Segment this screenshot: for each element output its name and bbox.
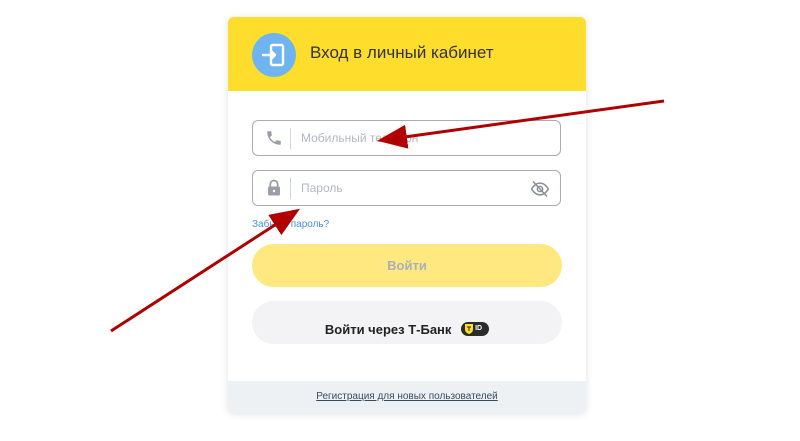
login-card: Вход в личный кабинет Мобильный телефон … xyxy=(228,17,586,413)
register-link[interactable]: Регистрация для новых пользователей xyxy=(228,391,586,402)
tbank-button-label: Войти через Т-Банк xyxy=(324,321,452,337)
field-divider xyxy=(290,128,291,149)
page-title: Вход в личный кабинет xyxy=(310,43,494,62)
shield-icon xyxy=(465,324,474,335)
login-door-icon xyxy=(252,33,296,77)
page: Вход в личный кабинет Мобильный телефон … xyxy=(0,0,800,441)
eye-off-icon[interactable] xyxy=(530,179,550,199)
phone-icon xyxy=(265,129,283,147)
password-field[interactable] xyxy=(252,170,561,206)
tbank-button-content: Войти через Т-Банк ID xyxy=(324,321,490,337)
card-header: Вход в личный кабинет xyxy=(228,17,586,91)
tbank-login-button[interactable]: Войти через Т-Банк ID xyxy=(252,301,562,344)
login-button[interactable]: Войти xyxy=(252,244,562,287)
card-footer: Регистрация для новых пользователей xyxy=(228,381,586,413)
tbank-id-badge: ID xyxy=(461,322,490,337)
lock-icon xyxy=(265,179,283,197)
tbank-id-text: ID xyxy=(475,325,483,333)
password-input[interactable] xyxy=(301,171,531,205)
forgot-password-link[interactable]: Забыли пароль? xyxy=(252,219,329,230)
field-divider xyxy=(290,178,291,199)
phone-input[interactable] xyxy=(301,121,531,155)
phone-field[interactable] xyxy=(252,120,561,156)
